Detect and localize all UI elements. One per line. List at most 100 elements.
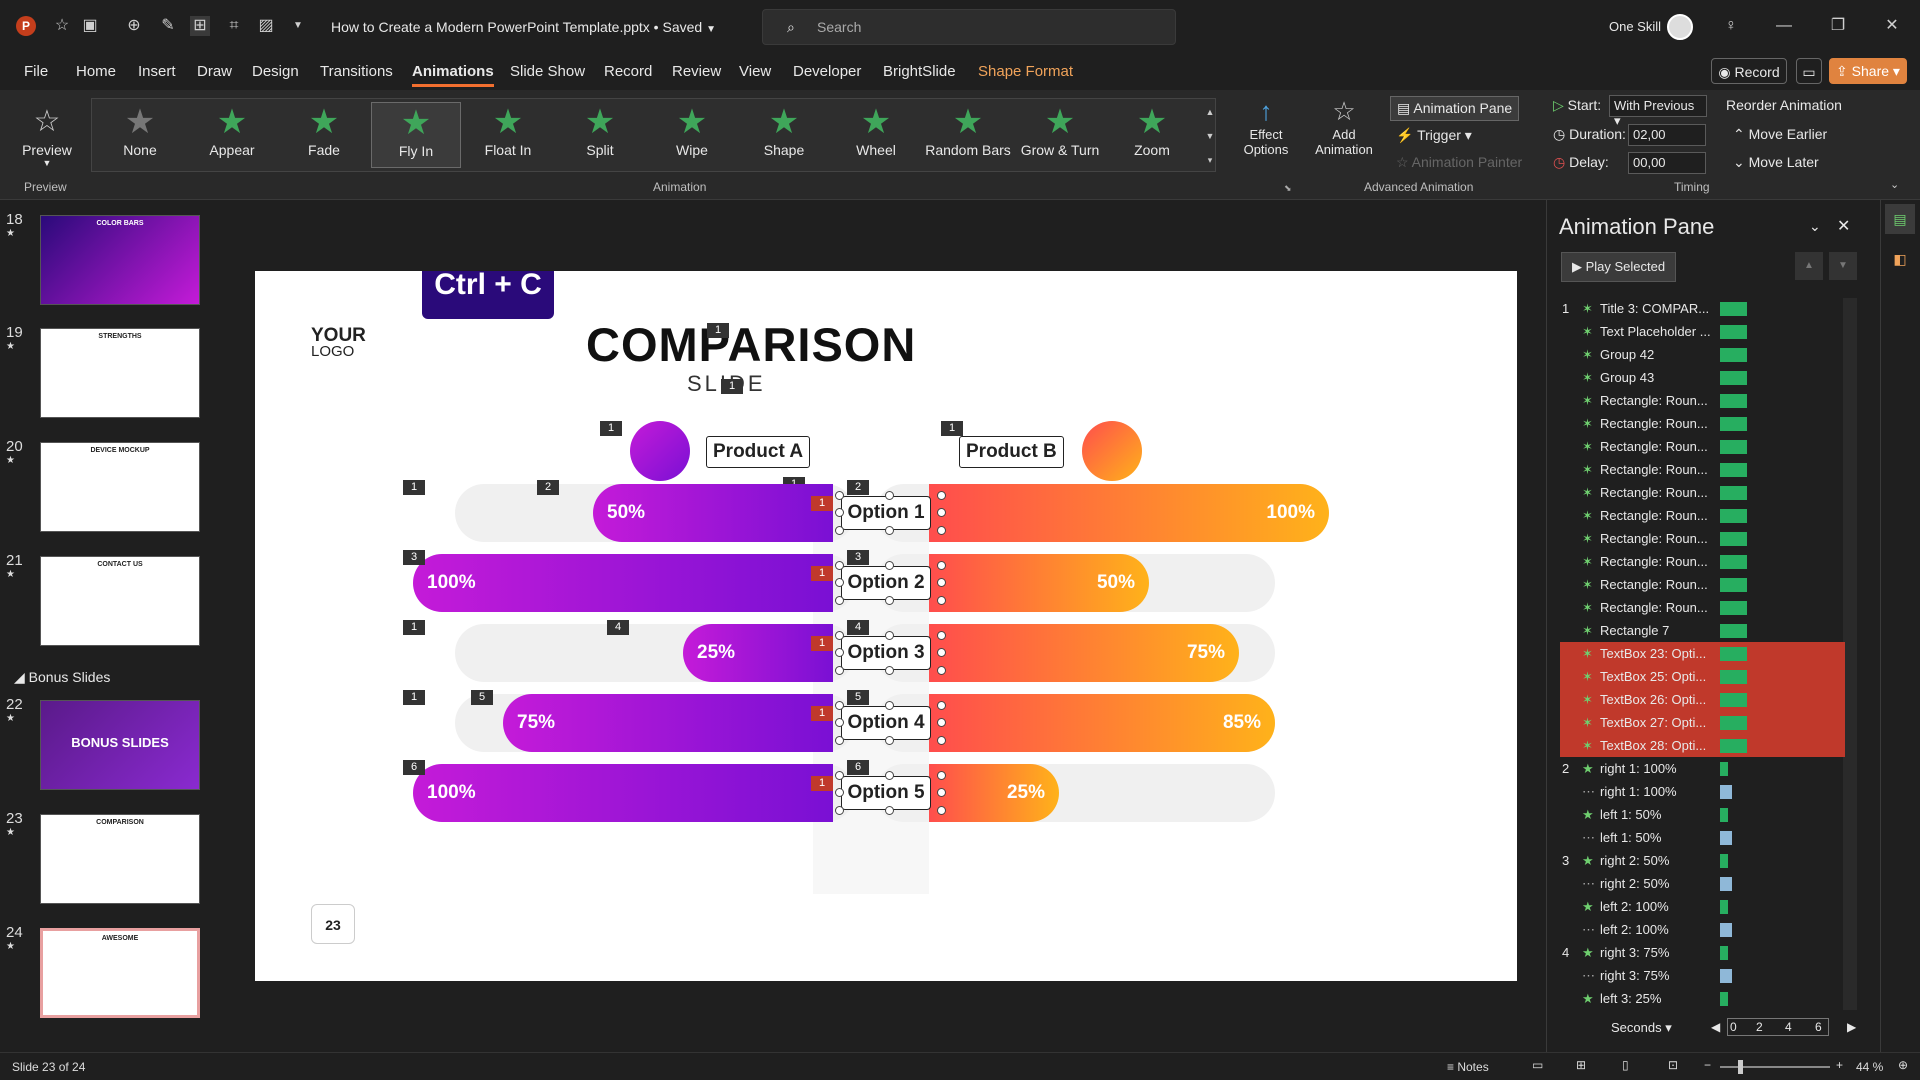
play-selected-button[interactable]: ▶ Play Selected — [1561, 252, 1677, 282]
effect-options-button[interactable]: ↑ Effect Options — [1236, 96, 1296, 157]
selection-handle[interactable] — [885, 771, 894, 780]
timeline-bar[interactable] — [1720, 854, 1728, 868]
selection-handle[interactable] — [835, 718, 844, 727]
preview-button[interactable]: ☆ Preview ▼ — [12, 102, 82, 168]
zoom-in-icon[interactable]: + — [1836, 1058, 1843, 1072]
start-select[interactable]: With Previous ▾ — [1609, 95, 1707, 128]
selection-handle[interactable] — [937, 648, 946, 657]
timeline-bar[interactable] — [1720, 716, 1747, 730]
selection-handle[interactable] — [885, 596, 894, 605]
seconds-dropdown[interactable]: Seconds ▾ — [1611, 1020, 1672, 1036]
timeline-bar[interactable] — [1720, 808, 1728, 822]
star-icon[interactable]: ☆ — [52, 16, 72, 36]
timeline-bar[interactable] — [1720, 831, 1732, 845]
animation-tag[interactable]: 1 — [811, 496, 833, 511]
effect-fade[interactable]: ★ Fade — [279, 102, 369, 168]
selection-handle[interactable] — [885, 736, 894, 745]
slideshow-view-icon[interactable]: ⊡ — [1668, 1058, 1678, 1072]
selection-handle[interactable] — [937, 736, 946, 745]
bar-left[interactable]: 100% — [413, 764, 833, 822]
image-icon[interactable]: ▨ — [256, 16, 276, 36]
user-name[interactable]: One Skill — [1609, 19, 1661, 34]
tab-record[interactable]: Record — [604, 63, 652, 80]
selection-handle[interactable] — [937, 806, 946, 815]
tab-animations[interactable]: Animations — [412, 63, 494, 87]
animation-list-item[interactable]: ✶ Rectangle: Roun... — [1560, 527, 1845, 550]
tab-developer[interactable]: Developer — [793, 63, 861, 80]
effect-none[interactable]: ★ None — [95, 102, 185, 168]
bar-right[interactable]: 75% — [929, 624, 1239, 682]
move-up-icon[interactable]: ▲ — [1795, 252, 1823, 280]
product-b-label[interactable]: Product B — [959, 436, 1064, 468]
animation-tag[interactable]: 1 — [403, 690, 425, 705]
slide-thumbnail[interactable]: BONUS SLIDES — [40, 700, 200, 790]
gallery-scroll[interactable]: ▲ ▼ ▾ — [1203, 100, 1217, 176]
selection-handle[interactable] — [885, 561, 894, 570]
bar-left[interactable]: 25% — [683, 624, 833, 682]
timeline-ruler[interactable]: 0 2 4 6 — [1727, 1018, 1829, 1036]
tab-insert[interactable]: Insert — [138, 63, 176, 80]
selection-handle[interactable] — [937, 561, 946, 570]
selection-handle[interactable] — [937, 788, 946, 797]
minimize-icon[interactable]: — — [1774, 16, 1794, 36]
timeline-left-arrow[interactable]: ◀ — [1711, 1020, 1720, 1034]
slide-thumbnail[interactable]: AWESOME — [40, 928, 200, 1018]
pane-scrollbar[interactable] — [1843, 298, 1857, 1010]
selection-handle[interactable] — [835, 526, 844, 535]
timeline-bar[interactable] — [1720, 762, 1728, 776]
selection-handle[interactable] — [937, 508, 946, 517]
slide-thumbnail[interactable]: COMPARISON — [40, 814, 200, 904]
timeline-bar[interactable] — [1720, 877, 1732, 891]
effect-wheel[interactable]: ★ Wheel — [831, 102, 921, 168]
duration-input[interactable]: 02,00 — [1628, 124, 1706, 146]
selection-handle[interactable] — [937, 491, 946, 500]
present-icon[interactable]: ⊕ — [124, 16, 144, 36]
selection-handle[interactable] — [885, 666, 894, 675]
animation-list-item[interactable]: ✶ Rectangle 7 — [1560, 619, 1845, 642]
bar-left[interactable]: 50% — [593, 484, 833, 542]
timeline-bar[interactable] — [1720, 371, 1747, 385]
animation-list-item[interactable]: ✶ Group 43 — [1560, 366, 1845, 389]
animation-painter-button[interactable]: ☆ Animation Painter — [1396, 154, 1522, 171]
timeline-bar[interactable] — [1720, 693, 1747, 707]
effect-shape[interactable]: ★ Shape — [739, 102, 829, 168]
option-label[interactable]: Option 4 — [841, 706, 931, 740]
draw-icon[interactable]: ✎ — [158, 16, 178, 36]
animation-tag[interactable]: 5 — [471, 690, 493, 705]
timeline-bar[interactable] — [1720, 785, 1732, 799]
animation-list-item[interactable]: ✶ Rectangle: Roun... — [1560, 573, 1845, 596]
animation-tag[interactable]: 1 — [403, 480, 425, 495]
search-input[interactable]: Search — [817, 19, 861, 35]
format-pane-icon[interactable]: ◧ — [1885, 244, 1915, 274]
avatar[interactable] — [1667, 14, 1693, 40]
timeline-bar[interactable] — [1720, 670, 1747, 684]
timeline-bar[interactable] — [1720, 900, 1728, 914]
selection-handle[interactable] — [937, 718, 946, 727]
selection-handle[interactable] — [835, 596, 844, 605]
timeline-right-arrow[interactable]: ▶ — [1847, 1020, 1856, 1034]
selection-handle[interactable] — [835, 508, 844, 517]
move-down-icon[interactable]: ▼ — [1829, 252, 1857, 280]
selection-handle[interactable] — [835, 806, 844, 815]
animation-list-item[interactable]: ✶ Rectangle: Roun... — [1560, 412, 1845, 435]
timeline-bar[interactable] — [1720, 969, 1732, 983]
animation-tag[interactable]: 2 — [537, 480, 559, 495]
timeline-bar[interactable] — [1720, 325, 1747, 339]
tab-draw[interactable]: Draw — [197, 63, 232, 80]
animation-tag[interactable]: 4 — [607, 620, 629, 635]
selection-handle[interactable] — [835, 701, 844, 710]
animation-list-item[interactable]: ★ left 1: 50% — [1560, 803, 1845, 826]
effect-grow-turn[interactable]: ★ Grow & Turn — [1015, 102, 1105, 168]
animation-tag[interactable]: 1 — [721, 379, 743, 394]
animation-tag[interactable]: 6 — [847, 760, 869, 775]
animation-tag[interactable]: 1 — [811, 706, 833, 721]
animation-list-item[interactable]: ★ left 2: 100% — [1560, 895, 1845, 918]
selection-handle[interactable] — [835, 631, 844, 640]
close-icon[interactable]: ✕ — [1837, 216, 1850, 236]
animation-list-item[interactable]: ✶ Rectangle: Roun... — [1560, 458, 1845, 481]
animation-list-item[interactable]: ✶ Rectangle: Roun... — [1560, 550, 1845, 573]
animation-list-item[interactable]: ⋯ right 2: 50% — [1560, 872, 1845, 895]
move-later-button[interactable]: ⌄ Move Later — [1733, 154, 1819, 171]
tab-transitions[interactable]: Transitions — [320, 63, 393, 80]
effect-split[interactable]: ★ Split — [555, 102, 645, 168]
